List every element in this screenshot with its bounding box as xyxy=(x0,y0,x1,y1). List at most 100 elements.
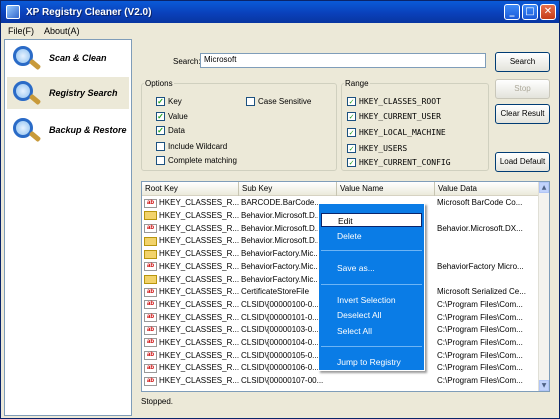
context-edit[interactable]: Edit xyxy=(321,213,422,227)
string-value-icon: ab xyxy=(144,287,157,297)
sidebar-item-label: Backup & Restore xyxy=(49,125,127,135)
range-hklm-checkbox[interactable]: ✓ HKEY_LOCAL_MACHINE xyxy=(347,128,446,137)
maximize-button[interactable]: □ xyxy=(522,4,538,20)
table-cell: ab HKEY_CLASSES_R... xyxy=(142,362,239,374)
table-cell: HKEY_CLASSES_R... xyxy=(142,235,239,247)
table-cell: BehaviorFactory Micro... xyxy=(437,261,524,271)
table-cell: ab HKEY_CLASSES_R... xyxy=(142,375,239,387)
checkmark-icon: ✓ xyxy=(156,97,165,106)
table-cell: C:\Program Files\Com... xyxy=(437,325,523,335)
context-deselect-all[interactable]: Deselect All xyxy=(321,308,422,322)
close-button[interactable]: ✕ xyxy=(540,4,556,20)
table-cell xyxy=(337,375,435,387)
app-window: XP Registry Cleaner (V2.0) _ □ ✕ File(F)… xyxy=(0,0,560,419)
table-cell: Behavior.Microsoft.DX... xyxy=(437,223,523,233)
range-hku-checkbox[interactable]: ✓ HKEY_USERS xyxy=(347,144,407,153)
string-value-icon: ab xyxy=(144,300,157,310)
search-input[interactable]: Microsoft xyxy=(200,53,486,68)
sidebar-item-registry-search[interactable]: Registry Search xyxy=(7,77,129,109)
table-cell: ab HKEY_CLASSES_R... xyxy=(142,299,239,311)
column-header-root-key[interactable]: Root Key xyxy=(142,182,239,196)
value-checkbox[interactable]: ✓ Value xyxy=(156,112,188,121)
context-invert-selection[interactable]: Invert Selection xyxy=(321,293,422,307)
table-cell: Microsoft Serialized Ce... xyxy=(437,287,526,297)
table-cell: HKEY_CLASSES_R... xyxy=(142,274,239,286)
checkmark-icon: ✓ xyxy=(347,128,356,137)
table-row[interactable]: ab HKEY_CLASSES_R... CLSID\{00000107-00...… xyxy=(142,375,539,388)
column-header-value-name[interactable]: Value Name xyxy=(337,182,435,196)
context-save-as[interactable]: Save as... xyxy=(321,261,422,275)
table-cell: ab HKEY_CLASSES_R... xyxy=(142,286,239,298)
context-select-all[interactable]: Select All xyxy=(321,324,422,338)
folder-icon xyxy=(144,236,157,246)
stop-button[interactable]: Stop xyxy=(495,79,550,99)
scroll-up-icon[interactable]: ▲ xyxy=(539,182,549,193)
range-hkcu-checkbox[interactable]: ✓ HKEY_CURRENT_USER xyxy=(347,112,441,121)
context-delete[interactable]: Delete xyxy=(321,229,422,243)
table-cell: C:\Program Files\Com... xyxy=(437,376,523,386)
table-cell xyxy=(435,248,539,260)
minimize-button[interactable]: _ xyxy=(504,4,520,20)
key-checkbox[interactable]: ✓ Key xyxy=(156,97,182,106)
data-checkbox[interactable]: ✓ Data xyxy=(156,126,185,135)
range-legend: Range xyxy=(345,79,369,88)
menu-bar: File(F) About(A) xyxy=(2,23,558,38)
checkmark-icon: ✓ xyxy=(347,112,356,121)
include-wildcard-checkbox[interactable]: Include Wildcard xyxy=(156,142,227,151)
sidebar-item-backup-restore[interactable]: Backup & Restore xyxy=(7,114,129,146)
checkmark-icon: ✓ xyxy=(347,144,356,153)
table-cell: ab HKEY_CLASSES_R... xyxy=(142,350,239,362)
folder-icon xyxy=(144,274,157,284)
table-cell: C:\Program Files\Com... xyxy=(437,338,523,348)
range-hkcr-checkbox[interactable]: ✓ HKEY_CLASSES_ROOT xyxy=(347,97,441,106)
string-value-icon: ab xyxy=(144,376,157,386)
table-cell xyxy=(435,274,539,286)
complete-matching-checkbox[interactable]: Complete matching xyxy=(156,156,237,165)
window-title: XP Registry Cleaner (V2.0) xyxy=(26,6,152,18)
sidebar: Scan & Clean Registry Search Backup & Re… xyxy=(4,39,132,416)
string-value-icon: ab xyxy=(144,363,157,373)
clear-result-button[interactable]: Clear Result xyxy=(495,104,550,124)
table-cell: ab HKEY_CLASSES_R... xyxy=(142,324,239,336)
sidebar-item-label: Registry Search xyxy=(49,88,118,98)
scroll-down-icon[interactable]: ▼ xyxy=(539,380,549,391)
context-jump-to-registry[interactable]: Jump to Registry xyxy=(321,355,422,369)
magnifier-icon xyxy=(9,115,45,145)
checkmark-icon: ✓ xyxy=(156,112,165,121)
app-icon xyxy=(6,5,20,19)
case-sensitive-checkbox[interactable]: Case Sensitive xyxy=(246,97,311,106)
string-value-icon: ab xyxy=(144,325,157,335)
magnifier-icon xyxy=(9,43,45,73)
table-header: Root Key Sub Key Value Name Value Data xyxy=(142,182,539,196)
context-menu: Edit Delete Save as... Invert Selection … xyxy=(318,203,425,371)
checkmark-icon: ✓ xyxy=(347,158,356,167)
table-cell: C:\Program Files\Com... xyxy=(437,299,523,309)
column-header-value-data[interactable]: Value Data xyxy=(435,182,539,196)
range-hkcc-checkbox[interactable]: ✓ HKEY_CURRENT_CONFIG xyxy=(347,158,451,167)
table-cell xyxy=(435,235,539,247)
load-default-button[interactable]: Load Default xyxy=(495,152,550,172)
string-value-icon: ab xyxy=(144,262,157,272)
column-header-sub-key[interactable]: Sub Key xyxy=(239,182,337,196)
options-legend: Options xyxy=(145,79,173,88)
table-cell: ab HKEY_CLASSES_R... xyxy=(142,261,239,273)
search-label: Search: xyxy=(173,57,201,66)
sidebar-item-scan-clean[interactable]: Scan & Clean xyxy=(7,42,129,74)
table-cell: HKEY_CLASSES_R... xyxy=(142,248,239,260)
checkbox-label: HKEY_LOCAL_MACHINE xyxy=(359,128,446,137)
vertical-scrollbar[interactable]: ▲ ▼ xyxy=(538,182,549,391)
string-value-icon: ab xyxy=(144,351,157,361)
status-text: Stopped. xyxy=(141,397,174,406)
checkbox-label: HKEY_CURRENT_USER xyxy=(359,112,441,121)
string-value-icon: ab xyxy=(144,224,157,234)
title-bar[interactable]: XP Registry Cleaner (V2.0) _ □ ✕ xyxy=(1,1,559,23)
checkbox-label: Complete matching xyxy=(168,156,237,165)
string-value-icon: ab xyxy=(144,198,157,208)
search-button[interactable]: Search xyxy=(495,52,550,72)
sidebar-item-label: Scan & Clean xyxy=(49,53,107,63)
table-cell: C:\Program Files\Com... xyxy=(437,350,523,360)
menu-file[interactable]: File(F) xyxy=(8,26,34,36)
folder-icon xyxy=(144,249,157,259)
table-cell: C:\Program Files\Com... xyxy=(437,312,523,322)
menu-about[interactable]: About(A) xyxy=(44,26,80,36)
